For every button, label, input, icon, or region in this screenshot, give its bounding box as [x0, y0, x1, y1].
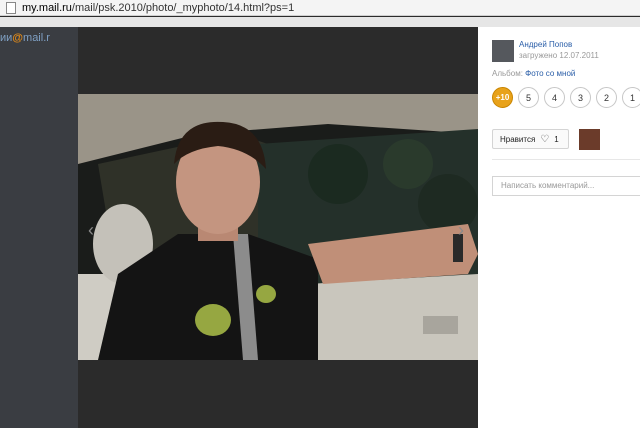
rate-4-button[interactable]: 4 — [544, 87, 565, 108]
rate-1-button[interactable]: 1 — [622, 87, 640, 108]
rating-buttons: +10 5 4 3 2 1 — [492, 87, 640, 108]
prev-photo-icon[interactable]: ‹ — [88, 220, 94, 241]
next-photo-icon[interactable]: › — [458, 220, 464, 241]
rate-plus10-button[interactable]: +10 — [492, 87, 513, 108]
album-link[interactable]: Фото со мной — [525, 69, 575, 78]
page-background — [0, 27, 78, 428]
like-count: 1 — [554, 134, 559, 144]
divider — [492, 159, 640, 160]
browser-divider — [0, 17, 640, 27]
main-photo[interactable] — [78, 94, 478, 360]
rate-2-button[interactable]: 2 — [596, 87, 617, 108]
photo-sidebar: Андрей Попов загружено 12.07.2011 Альбом… — [478, 27, 640, 428]
album-info: Альбом: Фото со мной — [492, 69, 575, 78]
rate-3-button[interactable]: 3 — [570, 87, 591, 108]
url-text[interactable]: my.mail.ru/mail/psk.2010/photo/_myphoto/… — [22, 2, 294, 14]
address-bar[interactable]: my.mail.ru/mail/psk.2010/photo/_myphoto/… — [0, 0, 640, 16]
mail-logo: ии@mail.r — [0, 32, 50, 44]
avatar[interactable] — [492, 40, 514, 62]
heart-icon: ♡ — [540, 133, 550, 145]
comment-input[interactable]: Написать комментарий... — [492, 176, 640, 196]
like-button[interactable]: Нравится ♡ 1 — [492, 129, 569, 149]
upload-date: загружено 12.07.2011 — [519, 51, 599, 60]
photo-image — [78, 94, 478, 360]
liker-avatar[interactable] — [579, 129, 600, 150]
album-label: Альбом: — [492, 69, 523, 78]
page-icon — [6, 1, 16, 14]
like-label: Нравится — [500, 134, 536, 144]
author-name[interactable]: Андрей Попов — [519, 40, 572, 49]
rate-5-button[interactable]: 5 — [518, 87, 539, 108]
